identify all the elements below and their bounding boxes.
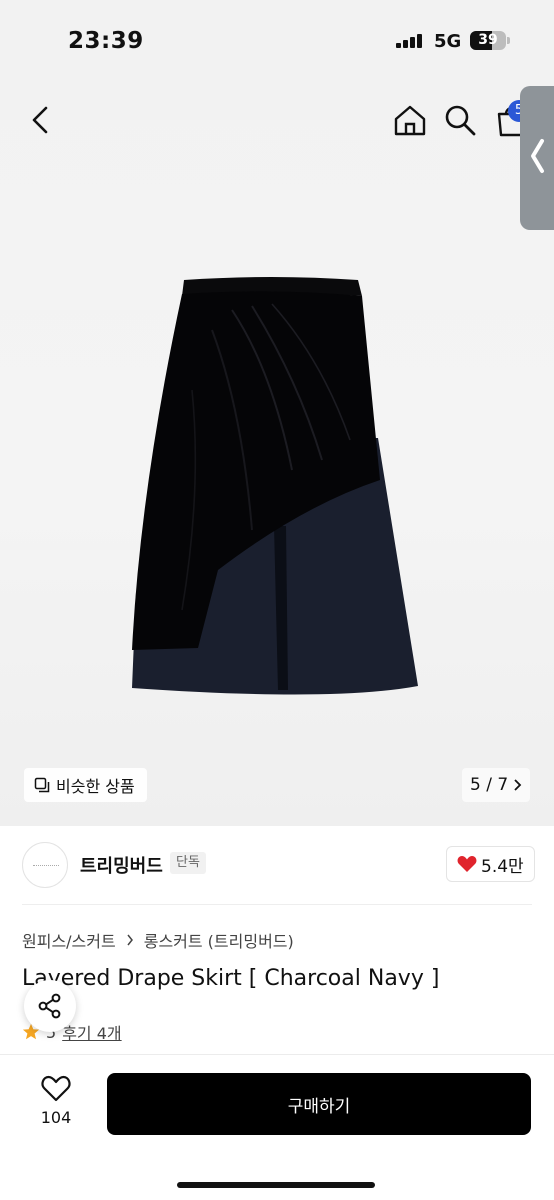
top-nav: [0, 92, 554, 148]
reviews-link[interactable]: 후기 4개: [62, 1020, 121, 1044]
battery-cap: [507, 37, 510, 44]
exclusive-badge: 단독: [170, 852, 206, 874]
chevron-right-icon: [127, 934, 133, 946]
home-icon[interactable]: [392, 102, 428, 138]
brand-like-count: 5.4만: [481, 856, 524, 877]
similar-items-button[interactable]: 비슷한 상품: [24, 768, 147, 802]
bottom-action-bar: 104 구매하기: [0, 1054, 554, 1200]
heart-filled-icon: [457, 856, 477, 872]
heart-outline-icon: [41, 1075, 71, 1102]
brand-logo[interactable]: [22, 842, 68, 888]
brand-name[interactable]: 트리밍버드: [80, 852, 163, 878]
status-bar: 23:39 5G 39: [0, 0, 554, 84]
copy-icon: [34, 777, 50, 793]
chevron-left-icon: [531, 139, 544, 173]
home-indicator: [177, 1182, 375, 1188]
breadcrumb: 원피스/스커트 롱스커트 (트리밍버드): [22, 928, 294, 952]
image-counter[interactable]: 5 / 7: [462, 768, 531, 802]
breadcrumb-subcategory[interactable]: 롱스커트 (트리밍버드): [144, 928, 294, 952]
brand-row: 트리밍버드 단독 5.4만: [0, 836, 554, 900]
product-image-skirt: [132, 277, 418, 695]
image-counter-text: 5 / 7: [470, 775, 509, 795]
side-drawer-handle[interactable]: [520, 86, 554, 230]
breadcrumb-category[interactable]: 원피스/스커트: [22, 928, 116, 952]
back-arrow-icon[interactable]: [26, 104, 56, 136]
product-title: Layered Drape Skirt [ Charcoal Navy ]: [22, 966, 440, 991]
chevron-right-icon: [514, 779, 522, 791]
battery-icon: 39: [470, 31, 506, 50]
buy-button[interactable]: 구매하기: [107, 1073, 531, 1135]
similar-items-label: 비슷한 상품: [56, 777, 135, 796]
share-icon: [38, 993, 61, 1019]
wishlist-button[interactable]: 104: [28, 1075, 84, 1155]
share-button[interactable]: [24, 980, 76, 1032]
status-time: 23:39: [68, 28, 144, 54]
search-icon[interactable]: [442, 102, 478, 138]
brand-like-button[interactable]: 5.4만: [446, 846, 535, 882]
divider: [22, 904, 532, 905]
network-type: 5G: [434, 31, 462, 52]
wishlist-count: 104: [40, 1108, 72, 1127]
signal-icon: [396, 34, 426, 48]
